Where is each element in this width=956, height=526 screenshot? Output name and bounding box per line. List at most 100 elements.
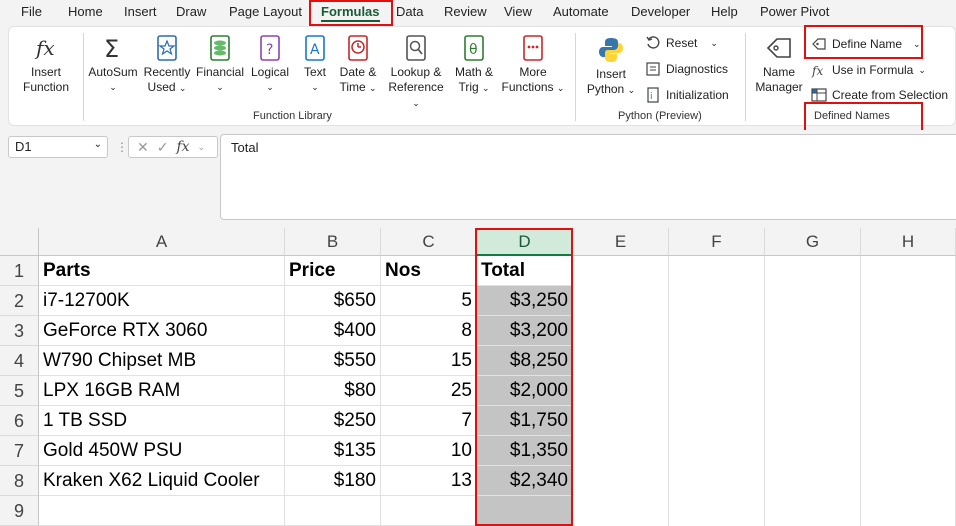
cell-a3[interactable]: GeForce RTX 3060: [39, 316, 285, 346]
column-header-b[interactable]: B: [285, 228, 381, 256]
empty-column-g[interactable]: [765, 256, 861, 526]
lookup-reference-button[interactable]: Lookup & Reference ⌄: [383, 33, 449, 111]
define-name-button[interactable]: Define Name ⌄: [811, 36, 921, 52]
tab-automate[interactable]: Automate: [553, 4, 609, 19]
cell-c7[interactable]: 10: [381, 436, 477, 466]
column-header-d[interactable]: D: [477, 228, 573, 256]
initialization-button[interactable]: i Initialization: [645, 87, 729, 103]
row-header-6[interactable]: 6: [0, 406, 39, 436]
create-from-selection-button[interactable]: Create from Selection: [811, 87, 948, 103]
cell-d6[interactable]: $1,750: [477, 406, 573, 436]
logical-button[interactable]: ? Logical ⌄: [247, 33, 293, 95]
cell-d9[interactable]: [477, 496, 573, 526]
cell-a8[interactable]: Kraken X62 Liquid Cooler: [39, 466, 285, 496]
cell-b9[interactable]: [285, 496, 381, 526]
cell-d5[interactable]: $2,000: [477, 376, 573, 406]
cell-b8[interactable]: $180: [285, 466, 381, 496]
fx-icon[interactable]: fx: [176, 139, 189, 155]
cell-c4[interactable]: 15: [381, 346, 477, 376]
cell-b4[interactable]: $550: [285, 346, 381, 376]
cell-b6[interactable]: $250: [285, 406, 381, 436]
cell-a9[interactable]: [39, 496, 285, 526]
name-manager-button[interactable]: Name Manager: [751, 33, 807, 95]
column-header-f[interactable]: F: [669, 228, 765, 256]
row-header-3[interactable]: 3: [0, 316, 39, 346]
cell-d2[interactable]: $3,250: [477, 286, 573, 316]
tab-file[interactable]: File: [21, 4, 42, 19]
column-header-h[interactable]: H: [861, 228, 956, 256]
column-header-g[interactable]: G: [765, 228, 861, 256]
more-options-icon[interactable]: ⋮: [116, 140, 128, 154]
row-header-1[interactable]: 1: [0, 256, 39, 286]
financial-button[interactable]: Financial ⌄: [195, 33, 245, 95]
row-header-8[interactable]: 8: [0, 466, 39, 496]
cell-a1[interactable]: Parts: [39, 256, 285, 286]
cell-a4[interactable]: W790 Chipset MB: [39, 346, 285, 376]
cell-c6[interactable]: 7: [381, 406, 477, 436]
cell-a2[interactable]: i7-12700K: [39, 286, 285, 316]
enter-icon[interactable]: ✓: [157, 139, 169, 156]
diagnostics-button[interactable]: Diagnostics: [645, 61, 728, 77]
tab-developer[interactable]: Developer: [631, 4, 690, 19]
cell-d7[interactable]: $1,350: [477, 436, 573, 466]
row-header-9[interactable]: 9: [0, 496, 39, 526]
tab-help[interactable]: Help: [711, 4, 738, 19]
cell-c5[interactable]: 25: [381, 376, 477, 406]
chevron-down-icon[interactable]: ⌄: [94, 139, 102, 150]
cell-d4[interactable]: $8,250: [477, 346, 573, 376]
tab-review[interactable]: Review: [444, 4, 487, 19]
tab-formulas[interactable]: Formulas: [321, 4, 380, 22]
chevron-down-icon[interactable]: ⌄: [198, 142, 206, 153]
row-header-7[interactable]: 7: [0, 436, 39, 466]
tab-page-layout[interactable]: Page Layout: [229, 4, 302, 19]
tab-power-pivot[interactable]: Power Pivot: [760, 4, 829, 19]
tab-view[interactable]: View: [504, 4, 532, 19]
cell-d8[interactable]: $2,340: [477, 466, 573, 496]
cell-c1[interactable]: Nos: [381, 256, 477, 286]
empty-column-f[interactable]: [669, 256, 765, 526]
menu-bar: File Home Insert Draw Page Layout Formul…: [0, 0, 956, 24]
cell-c9[interactable]: [381, 496, 477, 526]
cell-c3[interactable]: 8: [381, 316, 477, 346]
a-book-icon: A: [305, 35, 325, 61]
name-box[interactable]: D1 ⌄: [8, 136, 108, 158]
tab-home[interactable]: Home: [68, 4, 103, 19]
date-time-button[interactable]: Date & Time ⌄: [335, 33, 381, 96]
cell-b1[interactable]: Price: [285, 256, 381, 286]
empty-column-e[interactable]: [573, 256, 669, 526]
cell-b3[interactable]: $400: [285, 316, 381, 346]
more-functions-button[interactable]: More Functions ⌄: [501, 33, 565, 96]
autosum-button[interactable]: Σ AutoSum ⌄: [87, 33, 139, 95]
select-all-corner[interactable]: [0, 228, 39, 256]
insert-python-button[interactable]: Insert Python ⌄: [583, 35, 639, 98]
math-trig-button[interactable]: θ Math & Trig ⌄: [451, 33, 497, 96]
cell-b2[interactable]: $650: [285, 286, 381, 316]
tab-draw[interactable]: Draw: [176, 4, 206, 19]
cell-c2[interactable]: 5: [381, 286, 477, 316]
cell-a6[interactable]: 1 TB SSD: [39, 406, 285, 436]
tab-data[interactable]: Data: [396, 4, 423, 19]
column-header-a[interactable]: A: [39, 228, 285, 256]
insert-function-button[interactable]: fx Insert Function: [15, 33, 77, 95]
tab-insert[interactable]: Insert: [124, 4, 157, 19]
use-in-formula-button[interactable]: fx Use in Formula ⌄: [811, 62, 926, 78]
row-header-5[interactable]: 5: [0, 376, 39, 406]
column-header-c[interactable]: C: [381, 228, 477, 256]
recently-used-button[interactable]: Recently Used ⌄: [141, 33, 193, 96]
cell-d3[interactable]: $3,200: [477, 316, 573, 346]
row-header-2[interactable]: 2: [0, 286, 39, 316]
formula-input[interactable]: Total: [220, 134, 956, 220]
more-book-icon: [523, 35, 543, 61]
cell-a7[interactable]: Gold 450W PSU: [39, 436, 285, 466]
row-header-4[interactable]: 4: [0, 346, 39, 376]
text-functions-button[interactable]: A Text ⌄: [297, 33, 333, 95]
cell-b7[interactable]: $135: [285, 436, 381, 466]
cell-b5[interactable]: $80: [285, 376, 381, 406]
empty-column-h[interactable]: [861, 256, 956, 526]
cell-a5[interactable]: LPX 16GB RAM: [39, 376, 285, 406]
cell-d1[interactable]: Total: [477, 256, 573, 286]
cell-c8[interactable]: 13: [381, 466, 477, 496]
column-header-e[interactable]: E: [573, 228, 669, 256]
cancel-icon[interactable]: ✕: [137, 139, 149, 156]
reset-button[interactable]: Reset ⌄: [645, 35, 718, 51]
